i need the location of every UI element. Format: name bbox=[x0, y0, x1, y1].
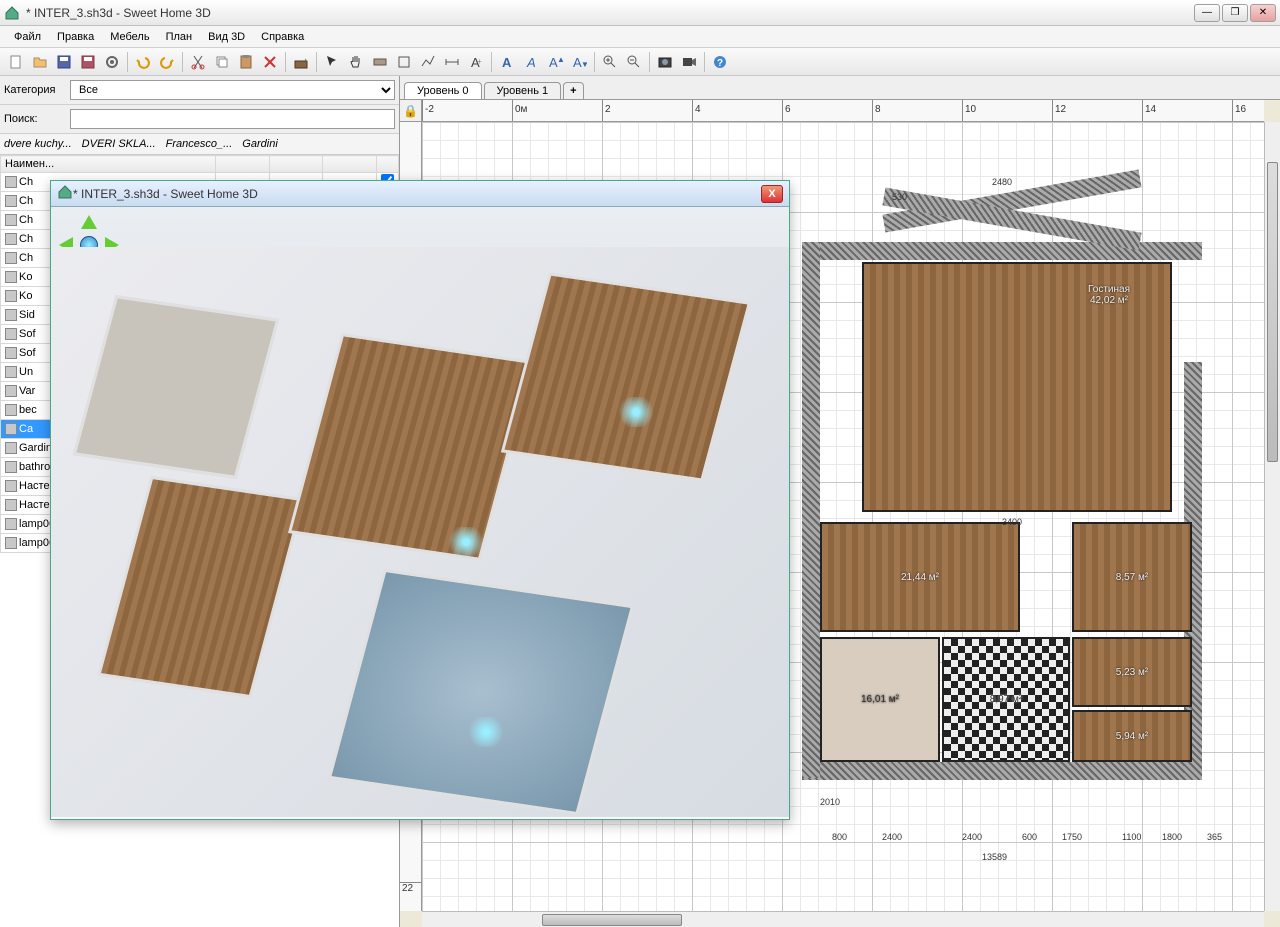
view3d-titlebar[interactable]: * INTER_3.sh3d - Sweet Home 3D X bbox=[51, 181, 789, 207]
new-file-button[interactable] bbox=[5, 51, 27, 73]
app-icon bbox=[4, 5, 20, 21]
maximize-button[interactable]: ❐ bbox=[1222, 4, 1248, 22]
search-label: Поиск: bbox=[4, 113, 66, 125]
scrollbar-vertical[interactable] bbox=[1264, 122, 1280, 911]
select-tool[interactable] bbox=[321, 51, 343, 73]
room-3[interactable]: 8,57 м² bbox=[1072, 522, 1192, 632]
level-tabs: Уровень 0 Уровень 1 + bbox=[400, 76, 1280, 100]
zoom-out-button[interactable] bbox=[623, 51, 645, 73]
room-tool[interactable] bbox=[393, 51, 415, 73]
text-size-inc-button[interactable]: A▲ bbox=[544, 51, 566, 73]
category-label: Категория bbox=[4, 84, 66, 96]
cut-button[interactable] bbox=[187, 51, 209, 73]
window-controls: — ❐ ✕ bbox=[1194, 4, 1276, 22]
room-4[interactable]: 5,23 м² bbox=[1072, 637, 1192, 707]
svg-text:A: A bbox=[526, 55, 536, 70]
view3d-close-button[interactable]: X bbox=[761, 185, 783, 203]
tab-level-0[interactable]: Уровень 0 bbox=[404, 82, 482, 99]
preferences-button[interactable] bbox=[101, 51, 123, 73]
main-titlebar: * INTER_3.sh3d - Sweet Home 3D — ❐ ✕ bbox=[0, 0, 1280, 26]
category-select[interactable]: Все bbox=[70, 80, 395, 100]
copy-button[interactable] bbox=[211, 51, 233, 73]
chandelier-icon bbox=[441, 527, 491, 557]
svg-text:+: + bbox=[477, 57, 482, 66]
help-button[interactable]: ? bbox=[709, 51, 731, 73]
chandelier-icon bbox=[611, 397, 661, 427]
toolbar: A+ A A A▲ A▼ ? bbox=[0, 48, 1280, 76]
catalog-thumbnails: dvere kuchy... DVERI SKLA... Francesco_.… bbox=[0, 134, 399, 155]
text-tool[interactable]: A+ bbox=[465, 51, 487, 73]
menu-edit[interactable]: Правка bbox=[49, 29, 102, 45]
room-gostinaya[interactable]: Гостиная 42,02 м² bbox=[862, 262, 1172, 512]
pan-tool[interactable] bbox=[345, 51, 367, 73]
app-icon bbox=[57, 184, 73, 203]
undo-button[interactable] bbox=[132, 51, 154, 73]
text-bold-button[interactable]: A bbox=[496, 51, 518, 73]
menu-help[interactable]: Справка bbox=[253, 29, 312, 45]
photo-button[interactable] bbox=[654, 51, 676, 73]
room-5[interactable]: 16,01 м² bbox=[820, 637, 940, 762]
dimension-tool[interactable] bbox=[441, 51, 463, 73]
menu-bar: Файл Правка Мебель План Вид 3D Справка bbox=[0, 26, 1280, 48]
search-row: Поиск: bbox=[0, 105, 399, 134]
menu-file[interactable]: Файл bbox=[6, 29, 49, 45]
wall-tool[interactable] bbox=[369, 51, 391, 73]
svg-text:A: A bbox=[502, 55, 512, 70]
tab-level-1[interactable]: Уровень 1 bbox=[484, 82, 562, 99]
menu-view3d[interactable]: Вид 3D bbox=[200, 29, 253, 45]
save-as-button[interactable] bbox=[77, 51, 99, 73]
svg-text:▼: ▼ bbox=[581, 60, 587, 69]
zoom-in-button[interactable] bbox=[599, 51, 621, 73]
minimize-button[interactable]: — bbox=[1194, 4, 1220, 22]
delete-button[interactable] bbox=[259, 51, 281, 73]
video-button[interactable] bbox=[678, 51, 700, 73]
room-7[interactable]: 5,94 м² bbox=[1072, 710, 1192, 762]
open-file-button[interactable] bbox=[29, 51, 51, 73]
redo-button[interactable] bbox=[156, 51, 178, 73]
view3d-title: * INTER_3.sh3d - Sweet Home 3D bbox=[73, 187, 761, 201]
view3d-window[interactable]: * INTER_3.sh3d - Sweet Home 3D X bbox=[50, 180, 790, 820]
nav-up[interactable] bbox=[81, 215, 97, 229]
chandelier-icon bbox=[461, 717, 511, 747]
add-furniture-button[interactable] bbox=[290, 51, 312, 73]
category-row: Категория Все bbox=[0, 76, 399, 105]
svg-text:?: ? bbox=[717, 58, 723, 69]
view3d-canvas[interactable] bbox=[51, 207, 789, 819]
room-2[interactable]: 21,44 м² bbox=[820, 522, 1020, 632]
scrollbar-horizontal[interactable] bbox=[422, 911, 1264, 927]
svg-text:▲: ▲ bbox=[557, 55, 563, 64]
main-title: * INTER_3.sh3d - Sweet Home 3D bbox=[26, 6, 1194, 20]
save-button[interactable] bbox=[53, 51, 75, 73]
ruler-corner[interactable]: 🔒 bbox=[400, 100, 422, 122]
col-name[interactable]: Наимен... bbox=[1, 156, 216, 173]
lock-icon: 🔒 bbox=[403, 104, 418, 118]
menu-furniture[interactable]: Мебель bbox=[102, 29, 157, 45]
search-input[interactable] bbox=[70, 109, 395, 129]
close-button[interactable]: ✕ bbox=[1250, 4, 1276, 22]
tab-add-level[interactable]: + bbox=[563, 82, 583, 99]
text-size-dec-button[interactable]: A▼ bbox=[568, 51, 590, 73]
room-6[interactable]: 8,97 м² bbox=[942, 637, 1070, 762]
text-italic-button[interactable]: A bbox=[520, 51, 542, 73]
paste-button[interactable] bbox=[235, 51, 257, 73]
ruler-horizontal: -2 0м 2 4 6 8 10 12 14 16 bbox=[422, 100, 1264, 122]
polyline-tool[interactable] bbox=[417, 51, 439, 73]
menu-plan[interactable]: План bbox=[158, 29, 201, 45]
